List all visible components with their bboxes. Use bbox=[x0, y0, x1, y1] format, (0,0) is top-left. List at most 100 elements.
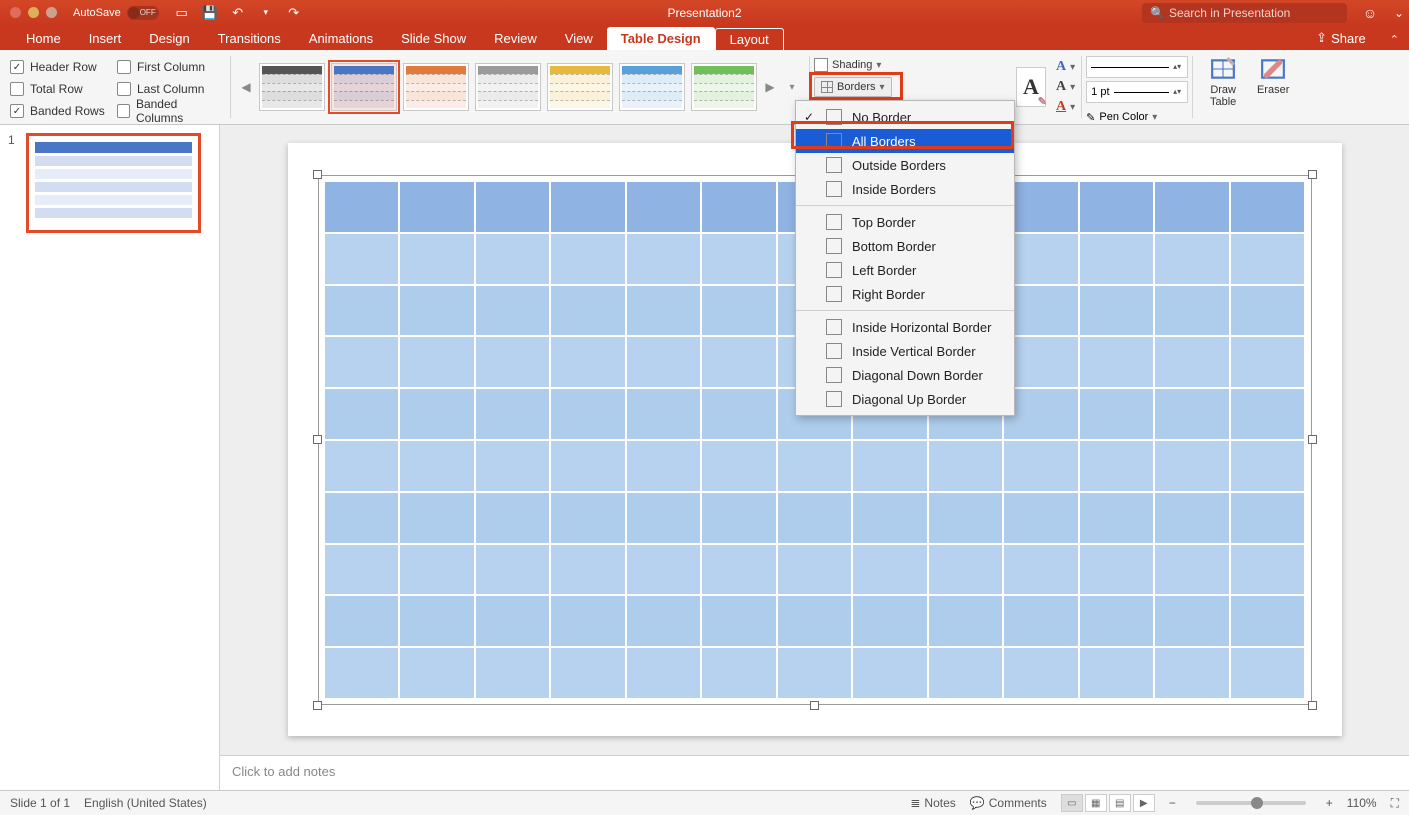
checkbox-total-row[interactable]: Total Row bbox=[10, 78, 113, 100]
table-cell[interactable] bbox=[701, 647, 777, 699]
table-cell[interactable] bbox=[475, 181, 551, 233]
table-cell[interactable] bbox=[701, 181, 777, 233]
checkbox-banded-rows[interactable]: Banded Rows bbox=[10, 100, 113, 122]
table-cell[interactable] bbox=[701, 544, 777, 596]
table-cell[interactable] bbox=[550, 595, 626, 647]
slide-thumbnail[interactable] bbox=[26, 133, 201, 233]
table-cell[interactable] bbox=[550, 544, 626, 596]
table-cell[interactable] bbox=[399, 595, 475, 647]
gallery-expand-icon[interactable]: ▾ bbox=[783, 82, 801, 93]
table-style-item[interactable] bbox=[259, 63, 325, 111]
table-cell[interactable] bbox=[475, 647, 551, 699]
shading-button[interactable]: Shading ▾ bbox=[814, 54, 1006, 76]
table-cell[interactable] bbox=[1230, 595, 1306, 647]
table-cell[interactable] bbox=[701, 492, 777, 544]
table-cell[interactable] bbox=[1079, 492, 1155, 544]
table-cell[interactable] bbox=[324, 388, 400, 440]
collapse-ribbon-icon[interactable]: ⌃ bbox=[1380, 29, 1409, 50]
table-cell[interactable] bbox=[928, 647, 1004, 699]
table-cell[interactable] bbox=[1003, 647, 1079, 699]
table-cell[interactable] bbox=[475, 336, 551, 388]
table-cell[interactable] bbox=[1079, 181, 1155, 233]
zoom-in-icon[interactable]: + bbox=[1326, 796, 1333, 810]
reading-view-icon[interactable]: ▤ bbox=[1109, 794, 1131, 812]
table-cell[interactable] bbox=[928, 492, 1004, 544]
table-cell[interactable] bbox=[475, 544, 551, 596]
chevron-down-icon[interactable]: ⌄ bbox=[1389, 6, 1409, 20]
table-cell[interactable] bbox=[1079, 388, 1155, 440]
table-cell[interactable] bbox=[550, 440, 626, 492]
comments-toggle[interactable]: 💬Comments bbox=[970, 796, 1047, 810]
table-cell[interactable] bbox=[777, 544, 853, 596]
table-cell[interactable] bbox=[1003, 595, 1079, 647]
table-cell[interactable] bbox=[550, 233, 626, 285]
table-cell[interactable] bbox=[399, 492, 475, 544]
undo-icon[interactable]: ↶ bbox=[229, 4, 247, 22]
zoom-window-icon[interactable] bbox=[46, 7, 57, 18]
slide-info[interactable]: Slide 1 of 1 bbox=[10, 796, 70, 810]
table-cell[interactable] bbox=[1003, 440, 1079, 492]
table-cell[interactable] bbox=[550, 181, 626, 233]
tab-view[interactable]: View bbox=[551, 27, 607, 50]
minimize-window-icon[interactable] bbox=[28, 7, 39, 18]
table-cell[interactable] bbox=[399, 336, 475, 388]
table-cell[interactable] bbox=[1154, 440, 1230, 492]
table-cell[interactable] bbox=[777, 440, 853, 492]
text-effects-button[interactable]: A▾ bbox=[1056, 99, 1075, 115]
table-cell[interactable] bbox=[1230, 388, 1306, 440]
tab-home[interactable]: Home bbox=[12, 27, 75, 50]
resize-handle[interactable] bbox=[1308, 170, 1317, 179]
eraser-button[interactable]: Eraser bbox=[1253, 56, 1293, 96]
table-cell[interactable] bbox=[1154, 388, 1230, 440]
share-button[interactable]: ⇪Share bbox=[1302, 26, 1380, 50]
table-cell[interactable] bbox=[1079, 440, 1155, 492]
notes-pane[interactable]: Click to add notes bbox=[220, 755, 1409, 790]
table-cell[interactable] bbox=[1230, 647, 1306, 699]
borders-menu-item[interactable]: Inside Borders bbox=[796, 177, 1014, 201]
table-cell[interactable] bbox=[550, 285, 626, 337]
borders-button[interactable]: Borders ▾ bbox=[814, 77, 892, 97]
resize-handle[interactable] bbox=[313, 170, 322, 179]
feedback-icon[interactable]: ☺ bbox=[1357, 5, 1383, 21]
table-cell[interactable] bbox=[399, 647, 475, 699]
redo-icon[interactable]: ↷ bbox=[285, 4, 303, 22]
table-cell[interactable] bbox=[1003, 544, 1079, 596]
pen-weight-select[interactable]: 1 pt▴▾ bbox=[1086, 81, 1188, 103]
table-cell[interactable] bbox=[928, 544, 1004, 596]
table-cell[interactable] bbox=[701, 440, 777, 492]
table-cell[interactable] bbox=[626, 336, 702, 388]
table-cell[interactable] bbox=[1079, 336, 1155, 388]
table-cell[interactable] bbox=[777, 647, 853, 699]
text-outline-button[interactable]: A▾ bbox=[1056, 79, 1075, 95]
table-style-item[interactable] bbox=[691, 63, 757, 111]
table-cell[interactable] bbox=[324, 336, 400, 388]
table-cell[interactable] bbox=[1079, 285, 1155, 337]
table-cell[interactable] bbox=[777, 492, 853, 544]
table-cell[interactable] bbox=[399, 440, 475, 492]
borders-menu-item[interactable]: Inside Horizontal Border bbox=[796, 315, 1014, 339]
quick-styles-button[interactable]: A✎ bbox=[1016, 67, 1046, 107]
table-cell[interactable] bbox=[852, 492, 928, 544]
resize-handle[interactable] bbox=[313, 701, 322, 710]
zoom-value[interactable]: 110% bbox=[1347, 796, 1377, 810]
table-cell[interactable] bbox=[399, 544, 475, 596]
table-cell[interactable] bbox=[399, 388, 475, 440]
undo-menu-icon[interactable]: ▾ bbox=[257, 4, 275, 22]
borders-menu-item[interactable]: Right Border bbox=[796, 282, 1014, 306]
table-cell[interactable] bbox=[399, 285, 475, 337]
thumbnail-row[interactable]: 1 bbox=[8, 133, 211, 233]
table-cell[interactable] bbox=[928, 440, 1004, 492]
table-cell[interactable] bbox=[852, 544, 928, 596]
resize-handle[interactable] bbox=[1308, 435, 1317, 444]
table-cell[interactable] bbox=[626, 595, 702, 647]
checkbox-first-column[interactable]: First Column bbox=[117, 56, 220, 78]
table-cell[interactable] bbox=[475, 285, 551, 337]
text-fill-button[interactable]: A▾ bbox=[1056, 59, 1075, 75]
table-cell[interactable] bbox=[1154, 595, 1230, 647]
table-cell[interactable] bbox=[701, 336, 777, 388]
borders-menu-item[interactable]: Diagonal Down Border bbox=[796, 363, 1014, 387]
table-cell[interactable] bbox=[1079, 233, 1155, 285]
table-cell[interactable] bbox=[852, 440, 928, 492]
resize-handle[interactable] bbox=[1308, 701, 1317, 710]
table-cell[interactable] bbox=[1230, 181, 1306, 233]
